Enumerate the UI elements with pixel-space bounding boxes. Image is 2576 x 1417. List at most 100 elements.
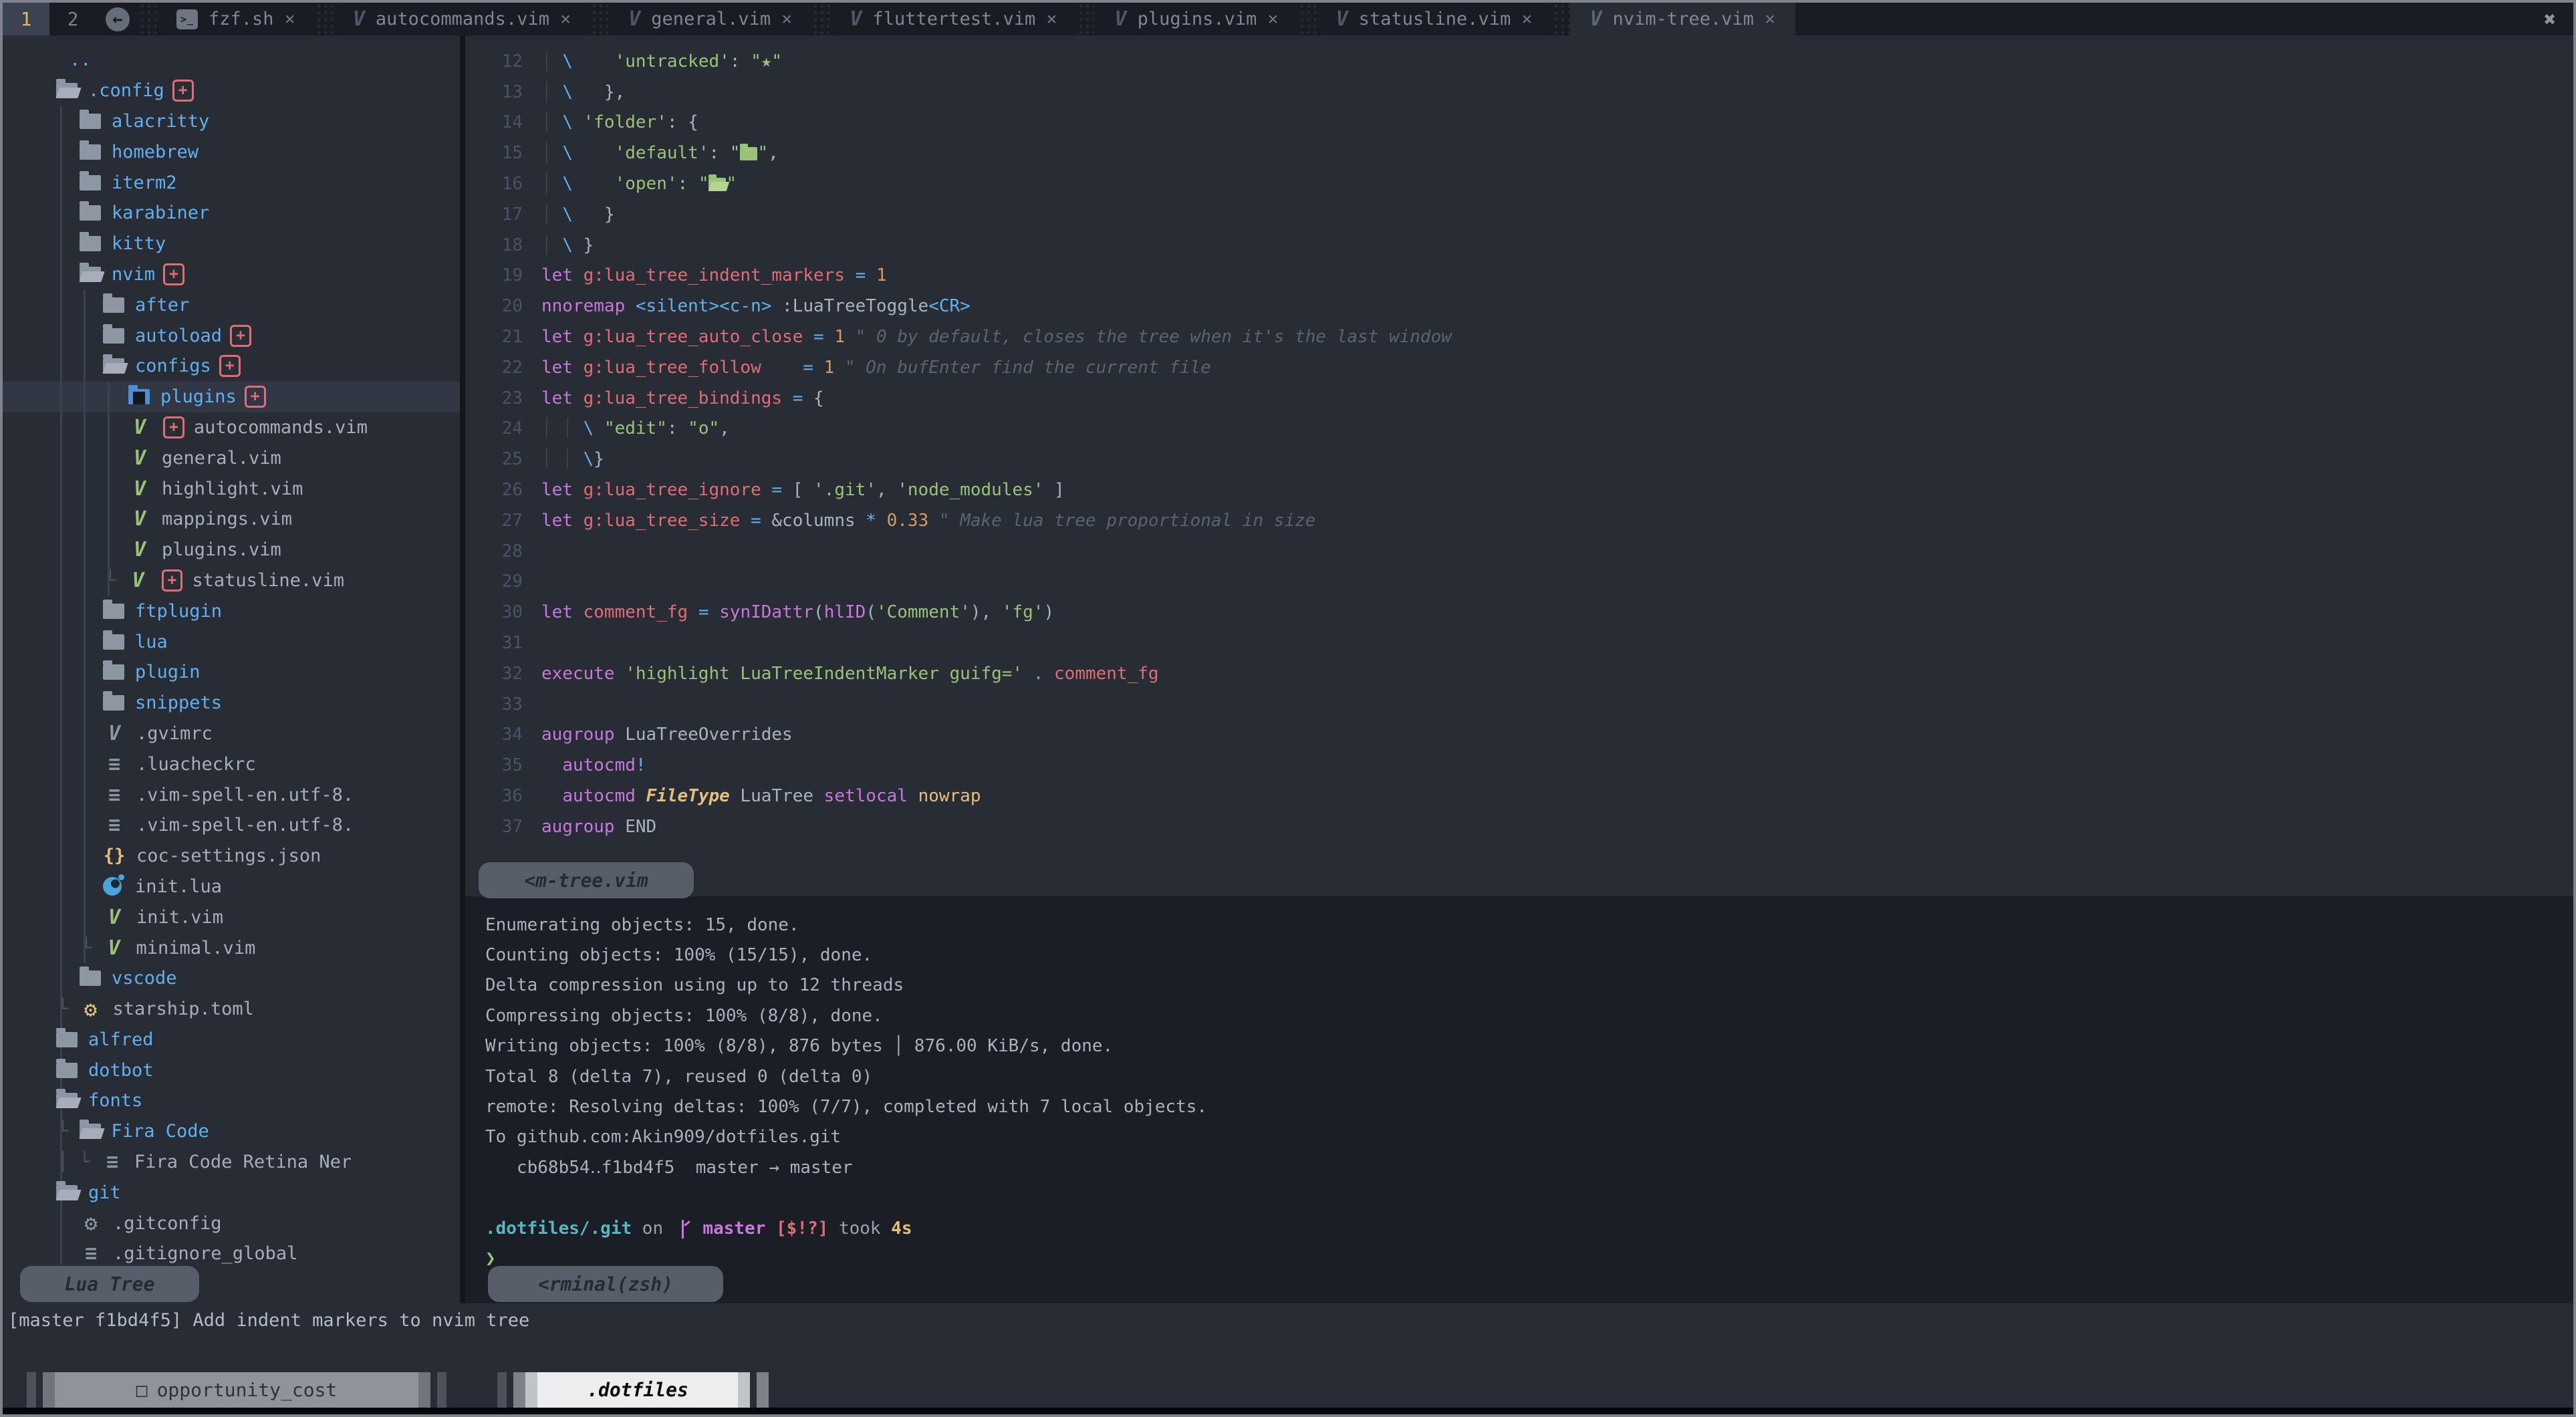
- tree-item-homebrew[interactable]: homebrew: [3, 136, 460, 167]
- tree-item-init.lua[interactable]: init.lua: [3, 872, 460, 902]
- code-token: let: [541, 388, 584, 408]
- tab-close-icon[interactable]: ×: [1765, 9, 1775, 29]
- tree-item-minimal.vim[interactable]: └ Vminimal.vim: [3, 932, 460, 963]
- terminal-output: Enumerating objects: 15, done.Counting o…: [465, 896, 2573, 1274]
- code-token: \: [562, 235, 583, 255]
- tree-item-label: plugins: [160, 386, 237, 407]
- tree-item-statusline.vim[interactable]: └ V+statusline.vim: [3, 565, 460, 596]
- tab-plugins.vim[interactable]: Vplugins.vim×: [1095, 3, 1299, 35]
- tab-close-icon[interactable]: ×: [560, 9, 571, 29]
- textfile-icon: ≡: [101, 1150, 124, 1174]
- code-token: g:lua_tree_indent_markers: [584, 265, 845, 285]
- vim-icon: V: [128, 446, 151, 470]
- tab-autocommands.vim[interactable]: Vautocommands.vim×: [333, 3, 591, 35]
- tree-item-alfred[interactable]: alfred: [3, 1025, 460, 1055]
- tab-close-icon[interactable]: ×: [781, 9, 792, 29]
- tree-item-coc-settings.json[interactable]: {}coc-settings.json: [3, 841, 460, 872]
- tree-item-snippets[interactable]: snippets: [3, 688, 460, 719]
- code-token: *: [866, 511, 886, 531]
- tree-item-plugin[interactable]: plugin: [3, 657, 460, 688]
- folder-icon: [103, 604, 124, 619]
- tree-item-autocommands.vim[interactable]: V+autocommands.vim: [3, 412, 460, 443]
- tree-item-plugins[interactable]: plugins+: [3, 382, 460, 412]
- tab-close-icon[interactable]: ×: [1267, 9, 1278, 29]
- vim-icon: V: [103, 936, 126, 960]
- code-editor-pane[interactable]: 12│ \ 'untracked': "★"13│ \ },14│ \ 'fol…: [465, 35, 2573, 896]
- tree-item-plugins.vim[interactable]: Vplugins.vim: [3, 535, 460, 565]
- powerline-block: [43, 1372, 55, 1408]
- tree-item-label: coc-settings.json: [136, 846, 321, 866]
- tree-item-.config[interactable]: .config+: [3, 76, 460, 106]
- vim-icon: V: [128, 477, 151, 501]
- tree-item-highlight.vim[interactable]: Vhighlight.vim: [3, 473, 460, 504]
- lua-icon: [103, 877, 122, 896]
- back-arrow-icon[interactable]: ←: [106, 7, 130, 31]
- tab-close-icon[interactable]: ×: [285, 9, 295, 29]
- shell-prompt: .dotfiles/.git on master [$!?] took 4s: [485, 1213, 2573, 1243]
- embedded-terminal-pane[interactable]: Enumerating objects: 15, done.Counting o…: [465, 896, 2573, 1303]
- tree-item-alacritty[interactable]: alacritty: [3, 106, 460, 137]
- code-token: g:lua_tree_ignore: [584, 480, 761, 500]
- code-token: │: [541, 205, 562, 225]
- code-token: synIDattr: [719, 602, 813, 622]
- code-token: \: [562, 143, 614, 163]
- tmux-window-dotfiles[interactable]: .dotfiles: [497, 1372, 769, 1408]
- tab-fluttertest.vim[interactable]: Vfluttertest.vim×: [829, 3, 1077, 35]
- tab-close-icon[interactable]: ×: [1521, 9, 1532, 29]
- close-all-icon[interactable]: ✖: [2544, 8, 2556, 31]
- code-token: &columns: [771, 511, 866, 531]
- tree-item-iterm2[interactable]: iterm2: [3, 167, 460, 198]
- code-line: 32execute 'highlight LuaTreeIndentMarker…: [465, 658, 2573, 689]
- tree-item-init.vim[interactable]: Vinit.vim: [3, 902, 460, 932]
- code-line: 22let g:lua_tree_follow = 1 " On bufEnte…: [465, 352, 2573, 383]
- tab-separator: [139, 3, 156, 35]
- tab-close-icon[interactable]: ×: [1046, 9, 1057, 29]
- tree-item-dotbot[interactable]: dotbot: [3, 1055, 460, 1085]
- tab-nvim-tree.vim[interactable]: Vnvim-tree.vim×: [1570, 3, 1796, 35]
- pane-separator[interactable]: [460, 35, 465, 1303]
- terminal-line: remote: Resolving deltas: 100% (7/7), co…: [485, 1091, 2573, 1122]
- tree-item-general.vim[interactable]: Vgeneral.vim: [3, 442, 460, 473]
- tmux-window-number-2[interactable]: 2: [49, 3, 96, 35]
- tree-item-karabiner[interactable]: karabiner: [3, 198, 460, 229]
- tmux-window-opportunity-cost[interactable]: □ opportunity_cost: [27, 1372, 446, 1408]
- tree-item-configs[interactable]: configs+: [3, 351, 460, 382]
- powerline-block: [418, 1372, 430, 1408]
- tmux-window-number-1[interactable]: 1: [3, 3, 49, 35]
- tree-item-.vim-spell-en.utf-8.[interactable]: ≡.vim-spell-en.utf-8.: [3, 810, 460, 841]
- tree-item-after[interactable]: after: [3, 289, 460, 320]
- tab-label: fzf.sh: [209, 9, 274, 29]
- tree-item-.gvimrc[interactable]: V.gvimrc: [3, 719, 460, 749]
- tree-item-autoload[interactable]: autoload+: [3, 320, 460, 351]
- tree-item-label: alfred: [88, 1029, 154, 1050]
- file-tree-panel[interactable]: ...config+alacrittyhomebrewiterm2karabin…: [3, 35, 460, 1303]
- tree-item-.luacheckrc[interactable]: ≡.luacheckrc: [3, 749, 460, 779]
- code-token: :: [678, 174, 698, 194]
- tree-item-..[interactable]: ..: [3, 45, 460, 76]
- gear-gray-icon: ⚙: [80, 1210, 102, 1236]
- tab-fzf.sh[interactable]: >_fzf.sh×: [156, 3, 315, 35]
- tab-statusline.vim[interactable]: Vstatusline.vim×: [1316, 3, 1553, 35]
- tree-item-kitty[interactable]: kitty: [3, 229, 460, 259]
- prompt-cursor[interactable]: ❯: [485, 1243, 2573, 1273]
- tree-item-nvim[interactable]: nvim+: [3, 259, 460, 290]
- tab-separator: [1553, 3, 1570, 35]
- tree-item-.gitignore_global[interactable]: ≡.gitignore_global: [3, 1239, 460, 1269]
- tree-item-Fira Code Retina Ner[interactable]: │ └ ≡Fira Code Retina Ner: [3, 1147, 460, 1178]
- tree-item-.vim-spell-en.utf-8.[interactable]: ≡.vim-spell-en.utf-8.: [3, 779, 460, 810]
- tree-item-Fira Code[interactable]: └ Fira Code: [3, 1116, 460, 1147]
- code-token: LuaTreeOverrides: [625, 725, 792, 745]
- tree-item-git[interactable]: git: [3, 1177, 460, 1208]
- tree-item-fonts[interactable]: fonts: [3, 1085, 460, 1116]
- tree-item-ftplugin[interactable]: ftplugin: [3, 596, 460, 626]
- tree-item-vscode[interactable]: vscode: [3, 963, 460, 994]
- tree-item-label: .config: [88, 80, 164, 101]
- tab-general.vim[interactable]: Vgeneral.vim×: [608, 3, 812, 35]
- tree-item-mappings.vim[interactable]: Vmappings.vim: [3, 504, 460, 535]
- code-token: let: [541, 602, 584, 622]
- folder-icon: [103, 328, 124, 344]
- tree-item-.gitconfig[interactable]: ⚙.gitconfig: [3, 1208, 460, 1239]
- tree-item-starship.toml[interactable]: └ ⚙starship.toml: [3, 994, 460, 1025]
- tree-item-lua[interactable]: lua: [3, 626, 460, 657]
- vim-icon: V: [1115, 7, 1127, 31]
